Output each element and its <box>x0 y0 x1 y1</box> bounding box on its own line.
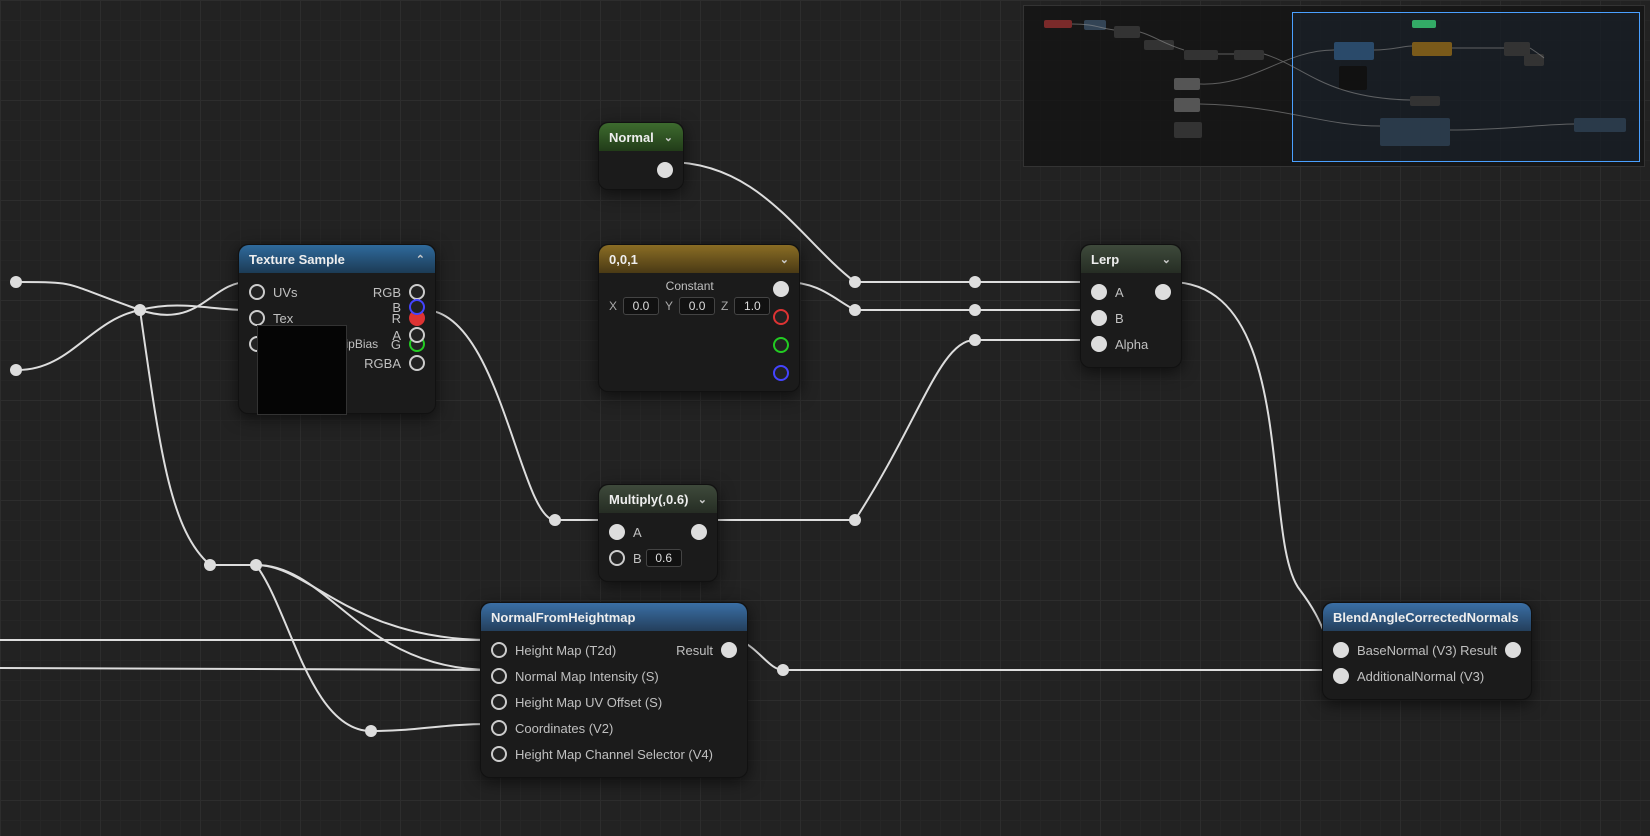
output-pin-r[interactable] <box>773 309 789 325</box>
output-pin[interactable] <box>691 524 707 540</box>
pin-label: Coordinates (V2) <box>515 721 613 736</box>
node-title: BlendAngleCorrectedNormals <box>1333 610 1519 625</box>
pass-pin[interactable] <box>969 334 981 346</box>
input-pin-a[interactable] <box>609 524 625 540</box>
node-title: NormalFromHeightmap <box>491 610 635 625</box>
output-pin-rgb[interactable] <box>409 284 425 300</box>
pin-label: A <box>392 328 401 343</box>
output-pin-vec[interactable] <box>773 281 789 297</box>
input-pin-b[interactable] <box>609 550 625 566</box>
pin-label: Alpha <box>1115 337 1148 352</box>
input-pin[interactable] <box>491 720 507 736</box>
input-pin-tex[interactable] <box>249 310 265 326</box>
texture-preview <box>257 325 347 415</box>
pin-label: RGB <box>349 285 401 300</box>
output-pin[interactable] <box>657 162 673 178</box>
output-pin-b[interactable] <box>773 365 789 381</box>
node-title: Multiply(,0.6) <box>609 492 688 507</box>
chevron-down-icon[interactable]: ⌄ <box>1162 253 1171 266</box>
pass-pin[interactable] <box>849 304 861 316</box>
pin-label: B <box>633 551 642 566</box>
pass-pin[interactable] <box>10 364 22 376</box>
input-pin-basenormal[interactable] <box>1333 642 1349 658</box>
pass-pin[interactable] <box>365 725 377 737</box>
axis-label-z: Z <box>721 299 728 313</box>
pin-label: Tex <box>273 311 293 326</box>
node-header[interactable]: 0,0,1 ⌄ <box>599 245 799 273</box>
node-header[interactable]: Multiply(,0.6) ⌄ <box>599 485 717 513</box>
pin-label: UVs <box>273 285 298 300</box>
pin-label: BaseNormal (V3) <box>1357 643 1457 658</box>
node-header[interactable]: Texture Sample ⌃ <box>239 245 435 273</box>
node-texture-sample[interactable]: Texture Sample ⌃ UVs RGB Tex R Apply Vie… <box>238 244 436 414</box>
output-pin-g[interactable] <box>773 337 789 353</box>
pin-label: Result <box>665 643 713 658</box>
pass-pin[interactable] <box>969 304 981 316</box>
pin-label: Normal Map Intensity (S) <box>515 669 659 684</box>
constant-x-input[interactable] <box>623 297 659 315</box>
output-pin-b[interactable] <box>409 299 425 315</box>
pin-label: B <box>392 300 401 315</box>
input-pin[interactable] <box>491 746 507 762</box>
input-pin-b[interactable] <box>1091 310 1107 326</box>
constant-label: Constant <box>609 279 770 293</box>
pass-pin[interactable] <box>134 304 146 316</box>
pin-label: Height Map (T2d) <box>515 643 616 658</box>
node-title: Normal <box>609 130 654 145</box>
node-title: Lerp <box>1091 252 1119 267</box>
pin-label: A <box>633 525 642 540</box>
node-graph-canvas[interactable]: Texture Sample ⌃ UVs RGB Tex R Apply Vie… <box>0 0 1650 836</box>
node-header[interactable]: BlendAngleCorrectedNormals <box>1323 603 1531 631</box>
node-normal[interactable]: Normal ⌄ <box>598 122 684 190</box>
pin-label: RGBA <box>364 356 401 371</box>
pin-label: Height Map UV Offset (S) <box>515 695 662 710</box>
pass-pin[interactable] <box>549 514 561 526</box>
node-header[interactable]: Lerp ⌄ <box>1081 245 1181 273</box>
pin-label: AdditionalNormal (V3) <box>1357 669 1484 684</box>
axis-label-y: Y <box>665 299 673 313</box>
node-multiply[interactable]: Multiply(,0.6) ⌄ A B <box>598 484 718 582</box>
pin-label: Height Map Channel Selector (V4) <box>515 747 713 762</box>
input-pin-alpha[interactable] <box>1091 336 1107 352</box>
output-pin-result[interactable] <box>1505 642 1521 658</box>
input-pin-additionalnormal[interactable] <box>1333 668 1349 684</box>
chevron-down-icon[interactable]: ⌄ <box>664 131 673 144</box>
output-pin[interactable] <box>1155 284 1171 300</box>
node-header[interactable]: Normal ⌄ <box>599 123 683 151</box>
pin-label: A <box>1115 285 1124 300</box>
node-header[interactable]: NormalFromHeightmap <box>481 603 747 631</box>
node-title: 0,0,1 <box>609 252 638 267</box>
input-pin[interactable] <box>491 668 507 684</box>
output-pin-rgba[interactable] <box>409 355 425 371</box>
axis-label-x: X <box>609 299 617 313</box>
pin-label: Result <box>1460 643 1497 658</box>
input-pin[interactable] <box>491 642 507 658</box>
node-constant3[interactable]: 0,0,1 ⌄ Constant X Y Z <box>598 244 800 392</box>
node-normal-from-heightmap[interactable]: NormalFromHeightmap Height Map (T2d) Res… <box>480 602 748 778</box>
chevron-down-icon[interactable]: ⌄ <box>780 253 789 266</box>
output-pin-a[interactable] <box>409 327 425 343</box>
graph-minimap[interactable] <box>1023 5 1645 167</box>
pass-pin[interactable] <box>777 664 789 676</box>
pass-pin[interactable] <box>10 276 22 288</box>
input-pin-uvs[interactable] <box>249 284 265 300</box>
pin-label: B <box>1115 311 1124 326</box>
node-lerp[interactable]: Lerp ⌄ A B Alpha <box>1080 244 1182 368</box>
input-pin-a[interactable] <box>1091 284 1107 300</box>
pass-pin[interactable] <box>204 559 216 571</box>
node-blend-angle-corrected-normals[interactable]: BlendAngleCorrectedNormals BaseNormal (V… <box>1322 602 1532 700</box>
constant-z-input[interactable] <box>734 297 770 315</box>
collapse-icon[interactable]: ⌃ <box>416 253 425 266</box>
output-pin-result[interactable] <box>721 642 737 658</box>
multiply-b-input[interactable] <box>646 549 682 567</box>
node-title: Texture Sample <box>249 252 345 267</box>
constant-y-input[interactable] <box>679 297 715 315</box>
pass-pin[interactable] <box>250 559 262 571</box>
input-pin[interactable] <box>491 694 507 710</box>
chevron-down-icon[interactable]: ⌄ <box>698 493 707 506</box>
pass-pin[interactable] <box>849 514 861 526</box>
pass-pin[interactable] <box>969 276 981 288</box>
pass-pin[interactable] <box>849 276 861 288</box>
